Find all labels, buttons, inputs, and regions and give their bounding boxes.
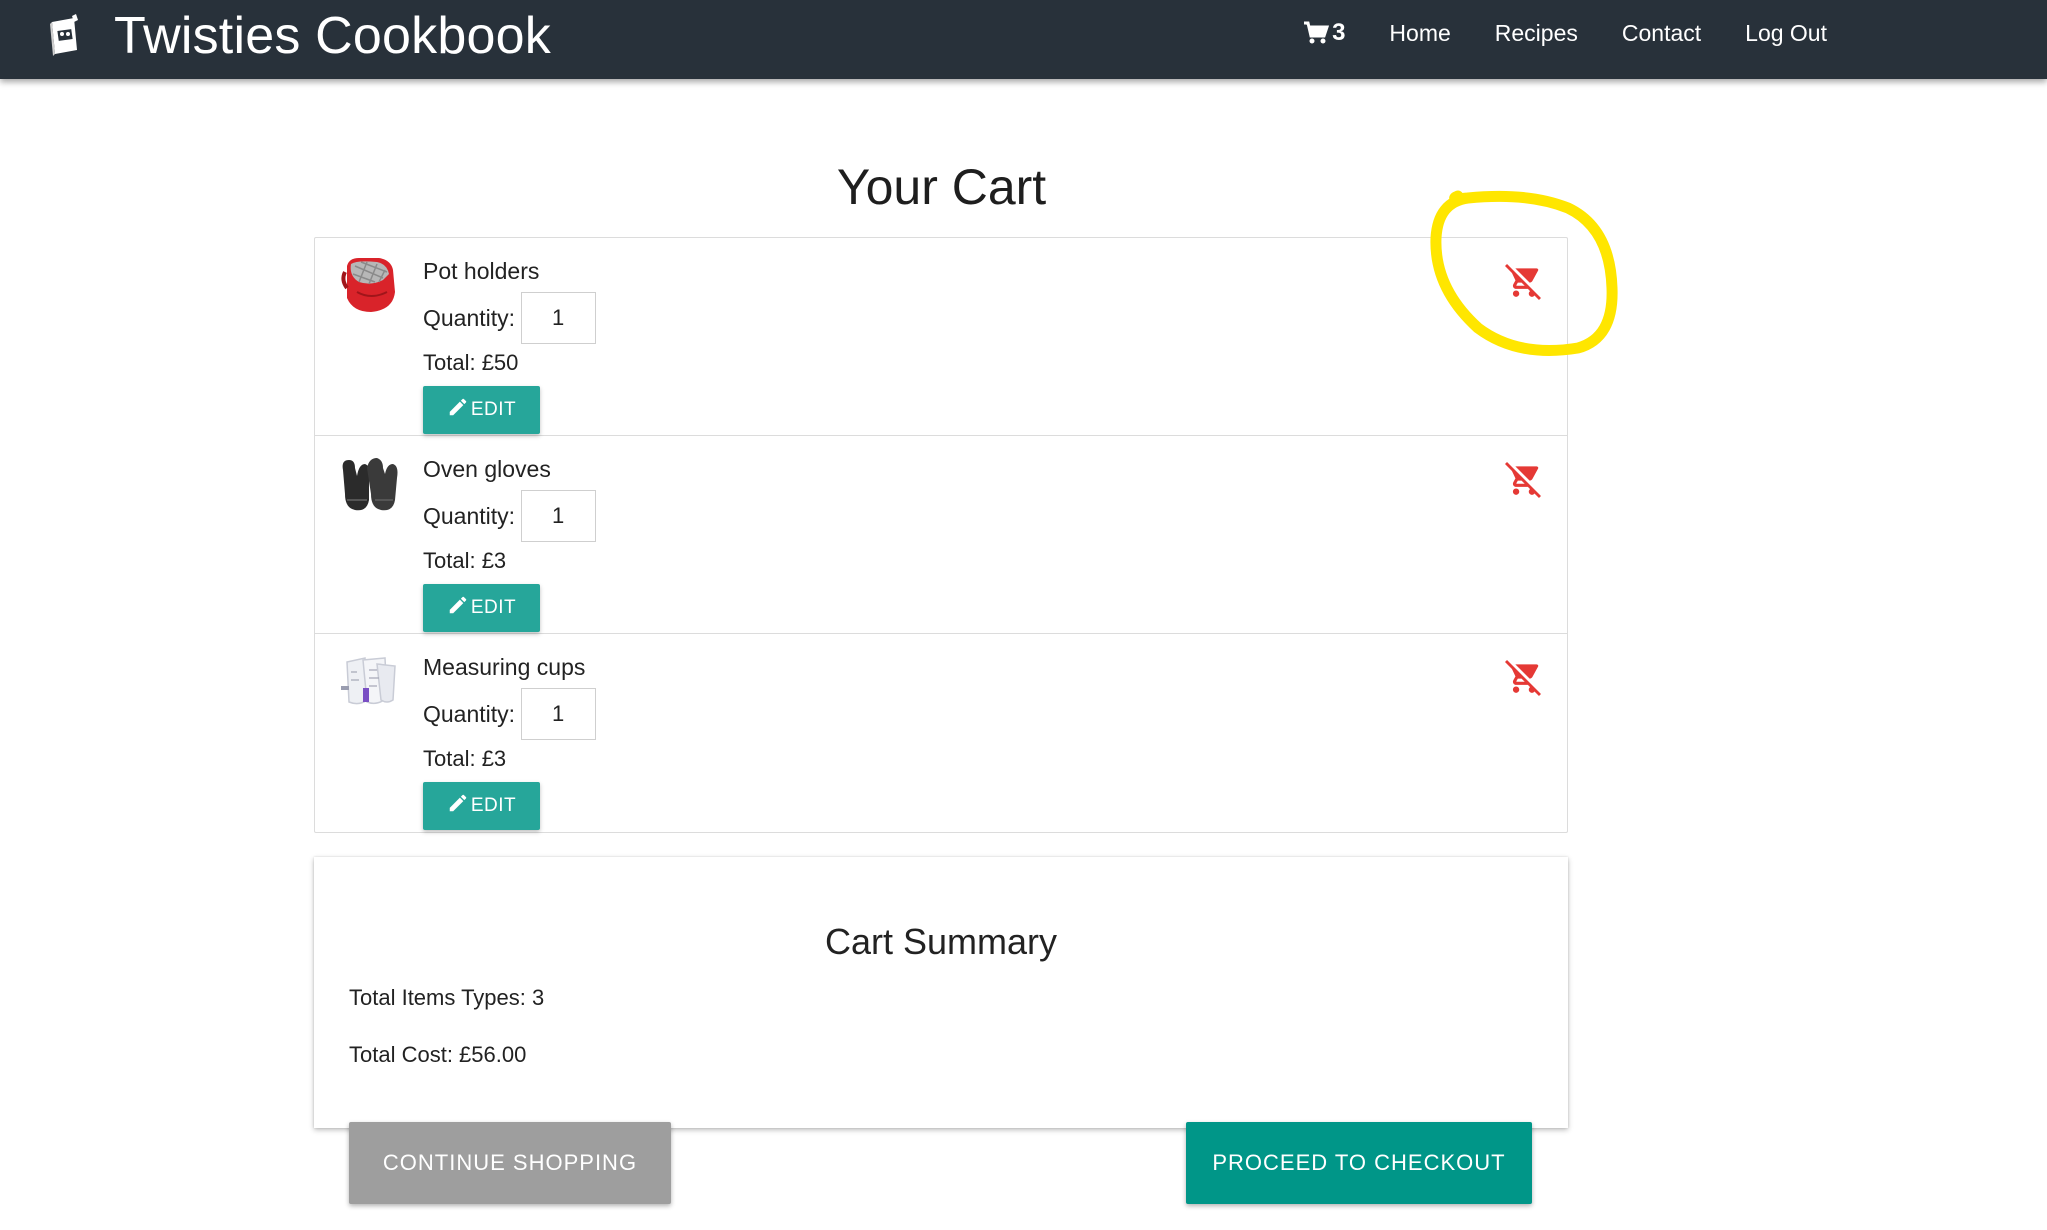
edit-label: EDIT: [470, 597, 517, 618]
quantity-label: Quantity:: [423, 502, 516, 529]
remove-from-cart-icon[interactable]: [1505, 262, 1543, 300]
total-cost: Total Cost: £56.00: [349, 1042, 527, 1067]
item-name: Oven gloves: [423, 456, 551, 482]
nav-logout[interactable]: Log Out: [1745, 20, 1827, 47]
item-info: Pot holders Quantity: Total: £50 EDIT: [423, 256, 597, 434]
summary-title: Cart Summary: [824, 921, 1058, 962]
brand-title: Twisties Cookbook: [114, 7, 551, 65]
cart-summary: Cart Summary Total Items Types: 3 Total …: [314, 857, 1568, 1128]
quantity-input[interactable]: [521, 490, 597, 542]
nav-home[interactable]: Home: [1389, 20, 1450, 47]
nav-recipes[interactable]: Recipes: [1495, 20, 1578, 47]
pencil-icon: [449, 596, 467, 614]
quantity-label: Quantity:: [423, 304, 516, 331]
item-info: Measuring cups Quantity: Total: £3 EDIT: [423, 652, 597, 830]
quantity-row: Quantity:: [423, 688, 597, 740]
pencil-icon: [449, 794, 467, 812]
oven-gloves-image: [342, 458, 398, 511]
pencil-icon: [449, 398, 467, 416]
quantity-input[interactable]: [521, 688, 597, 740]
measuring-cups-image: [341, 657, 396, 705]
cart-item: Oven gloves Quantity: Total: £3 EDIT: [315, 436, 1567, 634]
nav-cart[interactable]: 3: [1303, 19, 1345, 47]
cart-item: Pot holders Quantity: Total: £50 EDIT: [315, 238, 1567, 436]
pot-holder-image: [341, 258, 395, 312]
edit-label: EDIT: [470, 795, 517, 816]
item-info: Oven gloves Quantity: Total: £3 EDIT: [423, 454, 597, 632]
quantity-label: Quantity:: [423, 700, 516, 727]
top-navbar: Twisties Cookbook 3 Home Recipes Contact…: [0, 0, 2047, 79]
nav-links: 3 Home Recipes Contact Log Out: [1303, 0, 1827, 66]
brand[interactable]: Twisties Cookbook: [44, 6, 551, 66]
quantity-row: Quantity:: [423, 292, 597, 344]
item-total: Total: £3: [423, 548, 507, 573]
quantity-row: Quantity:: [423, 490, 597, 542]
proceed-to-checkout-button[interactable]: PROCEED TO CHECKOUT: [1186, 1122, 1532, 1204]
cart-list: Pot holders Quantity: Total: £50 EDIT Ov…: [314, 237, 1568, 833]
edit-button[interactable]: EDIT: [423, 782, 540, 830]
edit-button[interactable]: EDIT: [423, 386, 540, 434]
nav-contact[interactable]: Contact: [1622, 20, 1701, 47]
item-name: Measuring cups: [423, 654, 586, 680]
cookbook-icon: [50, 14, 78, 56]
item-total: Total: £50: [423, 350, 519, 375]
remove-from-cart-icon[interactable]: [1505, 460, 1543, 498]
cart-item: Measuring cups Quantity: Total: £3 EDIT: [315, 634, 1567, 832]
continue-shopping-button[interactable]: CONTINUE SHOPPING: [349, 1122, 671, 1204]
remove-from-cart-icon[interactable]: [1505, 658, 1543, 696]
cart-count: 3: [1332, 19, 1346, 46]
edit-label: EDIT: [470, 399, 517, 420]
item-name: Pot holders: [423, 258, 540, 284]
cart-icon: [1304, 21, 1330, 44]
edit-button[interactable]: EDIT: [423, 584, 540, 632]
item-total: Total: £3: [423, 746, 507, 771]
page-title: Your Cart: [836, 159, 1047, 215]
quantity-input[interactable]: [521, 292, 597, 344]
total-item-types: Total Items Types: 3: [349, 985, 545, 1010]
